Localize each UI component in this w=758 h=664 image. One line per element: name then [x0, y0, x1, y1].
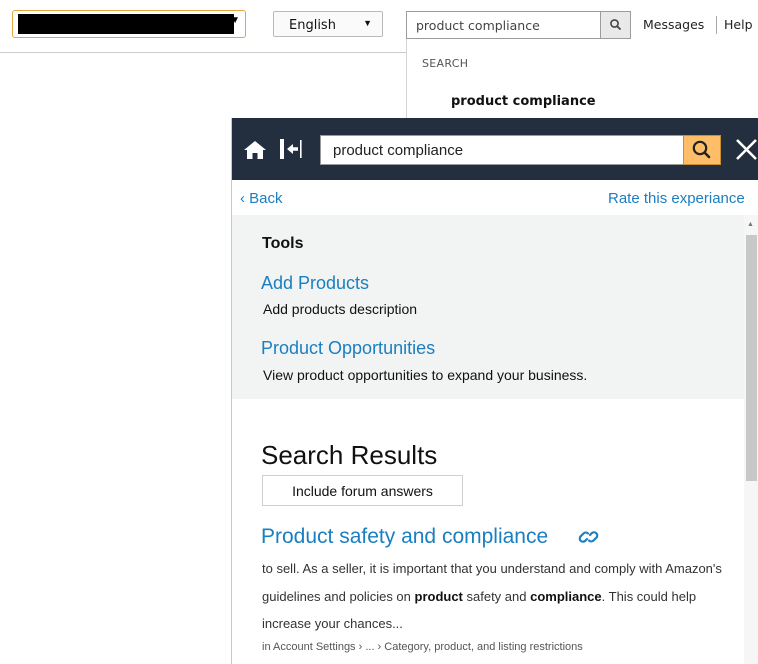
back-label: Back	[249, 190, 283, 207]
home-icon[interactable]	[243, 140, 267, 160]
search-icon	[692, 140, 711, 159]
messages-link[interactable]: Messages	[643, 17, 704, 32]
suggestions-heading: SEARCH	[422, 57, 469, 70]
search-suggestions-dropdown: SEARCH product compliance	[406, 39, 758, 119]
search-results-heading: Search Results	[261, 440, 438, 470]
top-search-input[interactable]	[406, 11, 601, 39]
rate-experience-link[interactable]: Rate this experiance	[608, 190, 745, 207]
snippet-highlight: product	[414, 588, 463, 604]
add-products-link[interactable]: Add Products	[261, 273, 369, 294]
help-panel: ‹ Back Rate this experiance Tools Add Pr…	[231, 118, 758, 664]
collapse-panel-icon[interactable]	[279, 139, 303, 159]
snippet-highlight: compliance	[530, 588, 602, 604]
result-snippet: to sell. As a seller, it is important th…	[262, 555, 732, 638]
scrollbar-thumb[interactable]	[746, 235, 757, 481]
scrollbar[interactable]: ▲	[744, 215, 758, 664]
redacted-account-name	[18, 14, 234, 34]
help-search-button[interactable]	[683, 135, 721, 165]
divider	[716, 16, 717, 34]
include-forum-answers-button[interactable]: Include forum answers	[262, 475, 463, 506]
tools-heading: Tools	[262, 235, 304, 252]
tools-section: Tools Add Products Add products descript…	[232, 215, 744, 399]
snippet-text: safety and	[462, 588, 531, 604]
top-search-button[interactable]	[600, 11, 631, 39]
chevron-down-icon: ▼	[230, 15, 240, 26]
add-products-description: Add products description	[263, 301, 418, 317]
chevron-down-icon: ▼	[363, 18, 372, 28]
search-icon	[610, 19, 621, 30]
help-link[interactable]: Help	[724, 17, 753, 32]
product-opportunities-description: View product opportunities to expand you…	[263, 367, 588, 383]
suggestion-item[interactable]: product compliance	[451, 94, 596, 109]
language-selector[interactable]: English ▼	[273, 11, 383, 37]
account-selector[interactable]: ▼	[12, 10, 246, 38]
back-link[interactable]: ‹ Back	[240, 190, 283, 207]
help-search-input[interactable]	[320, 135, 684, 165]
language-label: English	[289, 18, 336, 33]
scroll-up-arrow-icon[interactable]: ▲	[747, 221, 754, 228]
result-title-link[interactable]: Product safety and compliance	[261, 525, 548, 549]
result-breadcrumb: in Account Settings › ... › Category, pr…	[262, 641, 583, 653]
link-icon[interactable]	[578, 527, 600, 547]
help-panel-header	[232, 118, 758, 180]
close-icon[interactable]	[734, 137, 758, 162]
product-opportunities-link[interactable]: Product Opportunities	[261, 338, 435, 359]
